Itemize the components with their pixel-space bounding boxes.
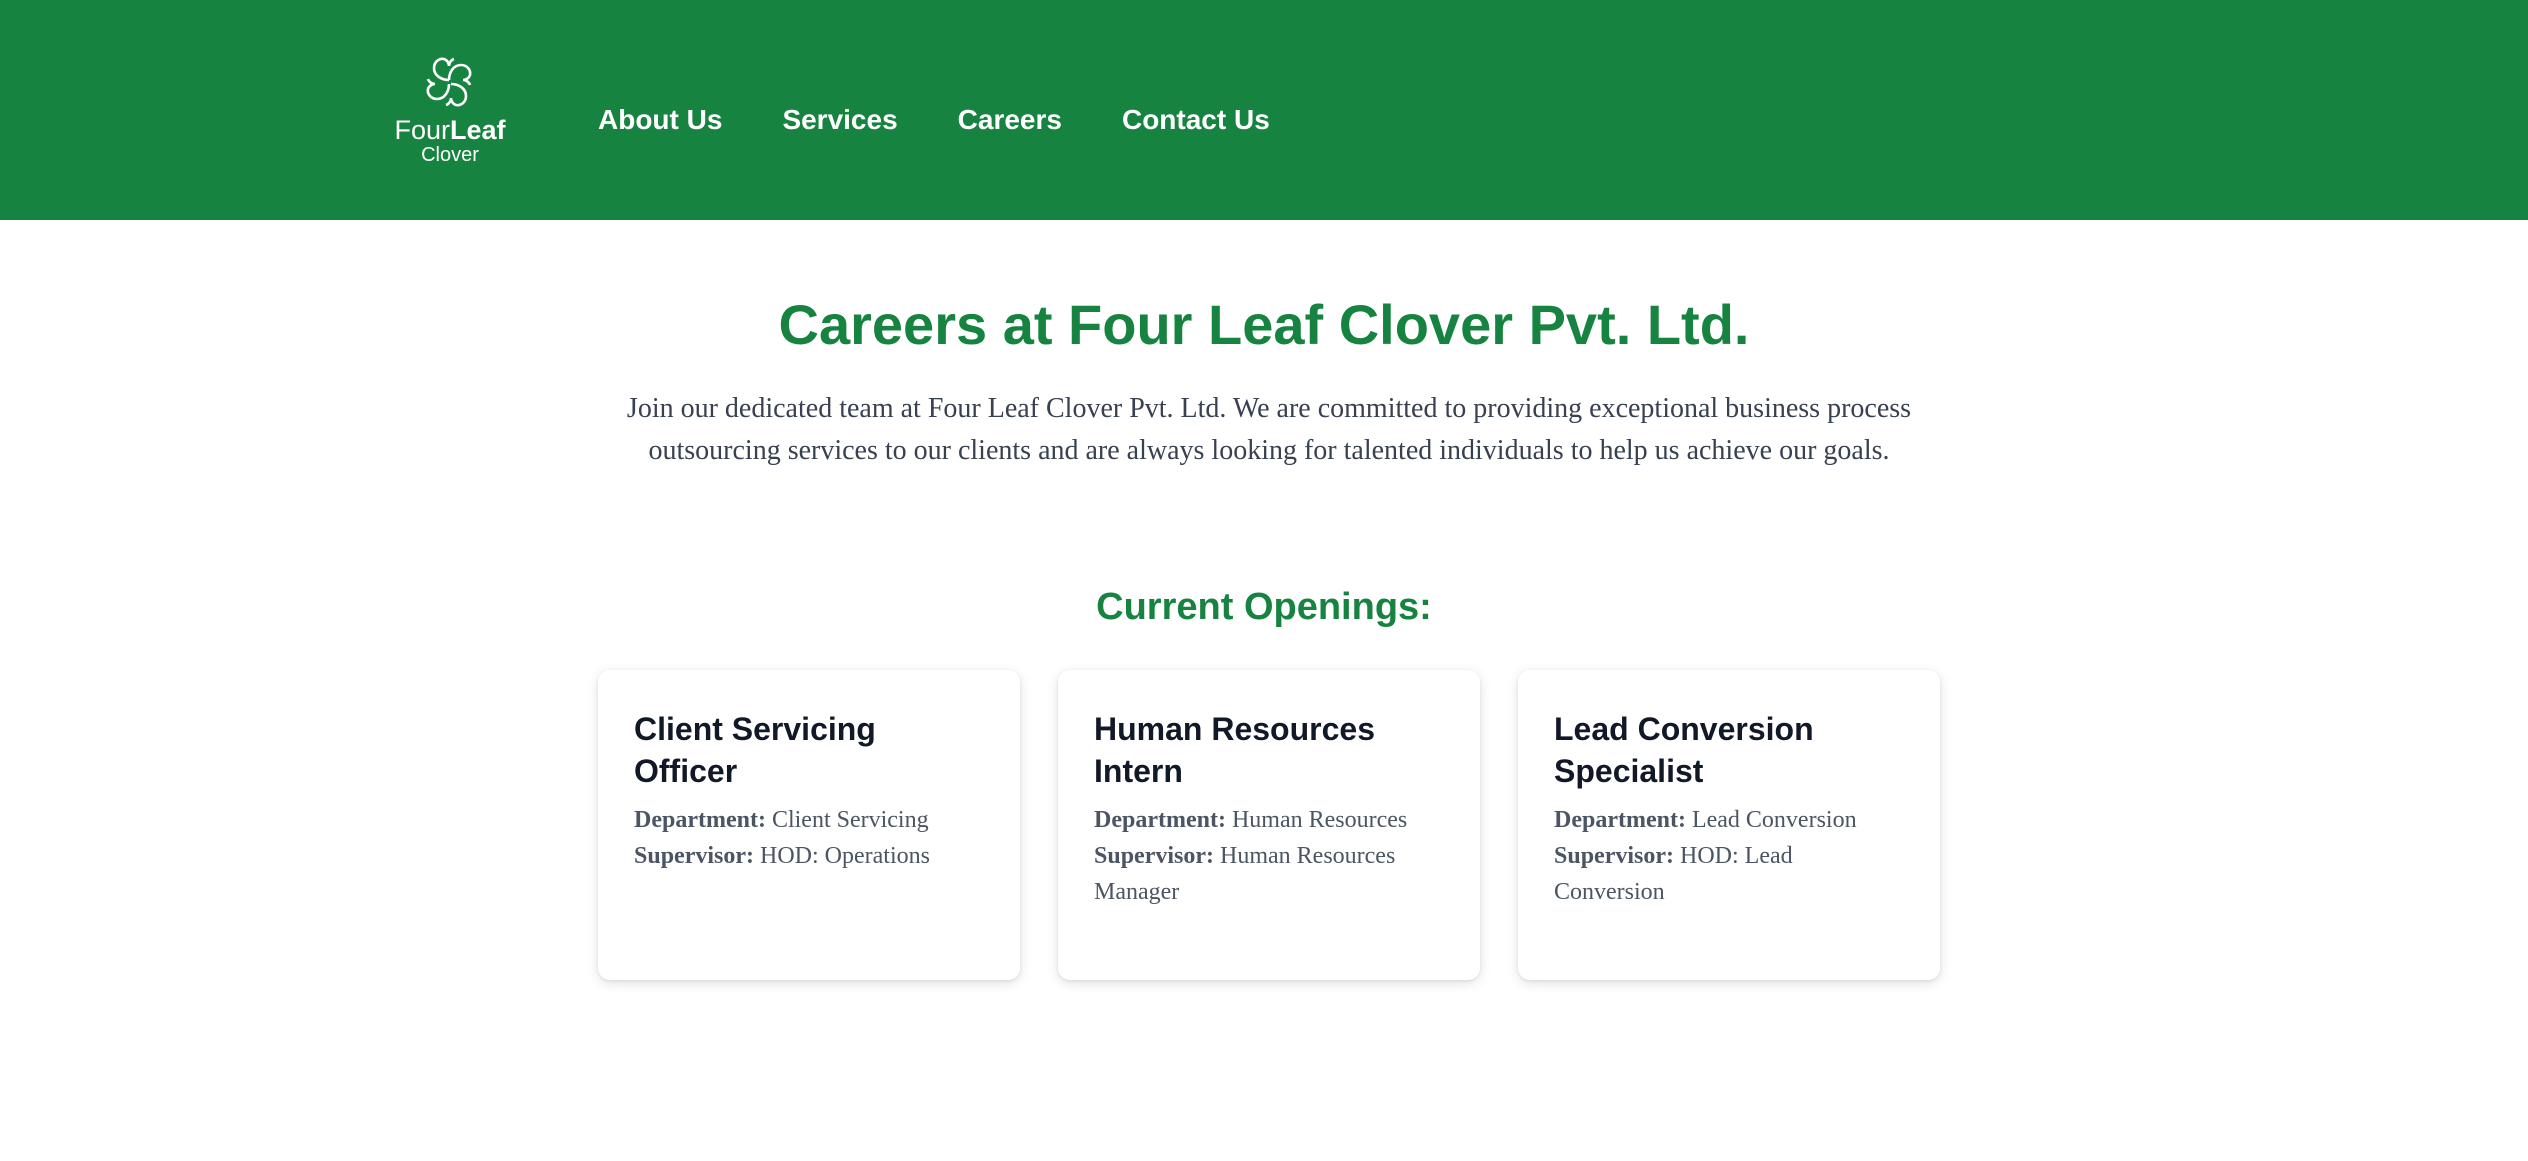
job-department: Department: Human Resources [1094,802,1444,838]
logo-wordmark: FourLeaf [394,115,506,145]
job-supervisor: Supervisor: HOD: Operations [634,838,984,874]
job-card: Lead Conversion Specialist Department: L… [1518,670,1940,980]
four-leaf-clover-icon [426,57,472,107]
nav-link-services[interactable]: Services [782,98,897,142]
job-supervisor: Supervisor: Human Resources Manager [1094,838,1444,910]
site-header: FourLeaf Clover About Us Services Career… [0,0,2528,220]
job-title: Human Resources Intern [1094,711,1375,789]
supervisor-label: Supervisor: [634,843,754,869]
nav-link-contact-us[interactable]: Contact Us [1122,98,1270,142]
job-title: Client Servicing Officer [634,711,876,789]
job-title: Lead Conversion Specialist [1554,711,1814,789]
logo-subtext: Clover [421,144,479,166]
job-department: Department: Lead Conversion [1554,802,1904,838]
supervisor-label: Supervisor: [1094,843,1214,869]
openings-heading: Current Openings: [1096,586,1432,628]
nav-link-careers[interactable]: Careers [958,98,1062,142]
supervisor-value: HOD: Operations [760,843,930,869]
department-value: Lead Conversion [1691,807,1857,833]
job-card: Human Resources Intern Department: Human… [1058,670,1480,980]
supervisor-label: Supervisor: [1554,843,1674,869]
job-cards: Client Servicing Officer Department: Cli… [598,670,1978,980]
nav-link-about-us[interactable]: About Us [598,98,722,142]
job-department: Department: Client Servicing [634,802,984,838]
job-card: Client Servicing Officer Department: Cli… [598,670,1020,980]
job-supervisor: Supervisor: HOD: Lead Conversion [1554,838,1904,910]
department-label: Department: [1094,807,1226,833]
department-value: Client Servicing [771,807,929,833]
main-nav: About Us Services Careers Contact Us [598,98,1330,142]
logo[interactable]: FourLeaf Clover [390,50,510,180]
department-label: Department: [1554,807,1686,833]
department-label: Department: [634,807,766,833]
intro-paragraph: Join our dedicated team at Four Leaf Clo… [626,393,1912,466]
department-value: Human Resources [1231,807,1408,833]
page-title: Careers at Four Leaf Clover Pvt. Ltd. [778,293,1750,356]
